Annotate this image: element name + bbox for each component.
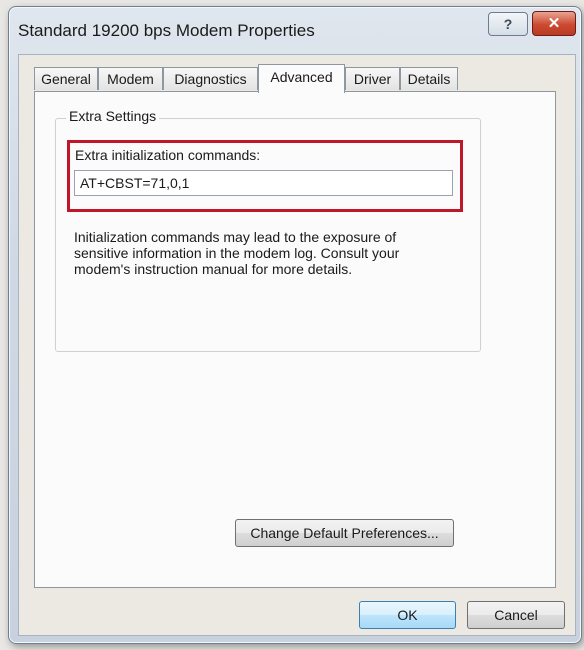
window-title: Standard 19200 bps Modem Properties — [18, 21, 315, 40]
extra-init-commands-input[interactable] — [74, 170, 453, 196]
help-icon: ? — [503, 16, 513, 32]
extra-init-commands-label: Extra initialization commands: — [75, 147, 261, 163]
tab-diagnostics[interactable]: Diagnostics — [163, 67, 258, 90]
help-button[interactable]: ? — [488, 12, 528, 36]
tab-driver[interactable]: Driver — [345, 67, 400, 90]
tab-details[interactable]: Details — [400, 67, 458, 90]
tab-general[interactable]: General — [34, 67, 98, 90]
cancel-button[interactable]: Cancel — [467, 601, 565, 629]
tab-advanced[interactable]: Advanced — [258, 64, 345, 93]
ok-button[interactable]: OK — [359, 601, 456, 629]
tab-modem[interactable]: Modem — [98, 67, 163, 90]
close-icon: ✕ — [547, 15, 561, 32]
extra-settings-group-title: Extra Settings — [66, 108, 160, 124]
change-default-preferences-button[interactable]: Change Default Preferences... — [235, 519, 454, 547]
close-button[interactable]: ✕ — [532, 11, 576, 36]
info-text: Initialization commands may lead to the … — [74, 229, 400, 277]
